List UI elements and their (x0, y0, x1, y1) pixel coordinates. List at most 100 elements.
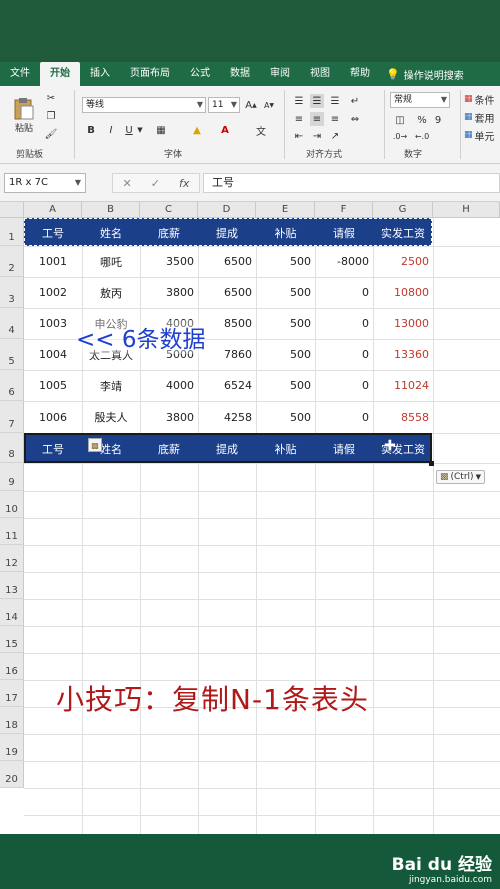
cell-r7-c1[interactable]: 1006 (24, 401, 82, 433)
font-size-select[interactable]: 11 ▼ (208, 97, 240, 113)
format-painter-icon[interactable]: 🖌 (44, 127, 58, 141)
row-header-1[interactable]: 1 (0, 218, 24, 246)
header-cell-1-6[interactable]: 请假 (315, 219, 373, 246)
comma-style-button[interactable]: 9 (432, 113, 444, 127)
header-cell-8-4[interactable]: 提成 (198, 435, 256, 463)
row-header-10[interactable]: 10 (0, 491, 24, 518)
formula-input[interactable]: 工号 (203, 173, 500, 193)
cell-r2-c6[interactable]: -8000 (315, 246, 373, 277)
align-bottom-icon[interactable]: ☰ (328, 94, 342, 108)
tab-view[interactable]: 视图 (300, 62, 340, 86)
merge-center-icon[interactable]: ⇔ (348, 112, 362, 126)
cell-r4-c7[interactable]: 13000 (373, 308, 433, 339)
cell-r6-c7[interactable]: 11024 (373, 370, 433, 401)
cell-r4-c1[interactable]: 1003 (24, 308, 82, 339)
cell-r3-c2[interactable]: 敖丙 (82, 277, 140, 308)
header-cell-8-6[interactable]: 请假 (315, 435, 373, 463)
header-cell-1-1[interactable]: 工号 (24, 219, 82, 246)
align-middle-icon[interactable]: ☰ (310, 94, 324, 108)
column-header-f[interactable]: F (315, 202, 373, 218)
row-header-15[interactable]: 15 (0, 626, 24, 653)
cell-r7-c3[interactable]: 3800 (140, 401, 198, 433)
cell-r4-c6[interactable]: 0 (315, 308, 373, 339)
cell-r6-c1[interactable]: 1005 (24, 370, 82, 401)
header-cell-8-7[interactable]: 实发工资 (373, 435, 433, 463)
conditional-formatting-button[interactable]: ▦ 条件 (464, 92, 500, 107)
row-header-19[interactable]: 19 (0, 734, 24, 761)
underline-button[interactable]: U (122, 122, 136, 138)
row-header-2[interactable]: 2 (0, 246, 24, 277)
number-format-select[interactable]: 常规 ▼ (390, 92, 450, 108)
header-cell-8-3[interactable]: 底薪 (140, 435, 198, 463)
cell-r6-c4[interactable]: 6524 (198, 370, 256, 401)
font-color-button[interactable]: A (216, 122, 234, 138)
row-header-4[interactable]: 4 (0, 308, 24, 339)
tab-data[interactable]: 数据 (220, 62, 260, 86)
tab-home[interactable]: 开始 (40, 62, 80, 86)
cell-r3-c5[interactable]: 500 (256, 277, 315, 308)
italic-button[interactable]: I (104, 122, 118, 138)
cell-r7-c4[interactable]: 4258 (198, 401, 256, 433)
header-cell-1-7[interactable]: 实发工资 (373, 219, 433, 246)
cell-r6-c2[interactable]: 李靖 (82, 370, 140, 401)
cell-r5-c5[interactable]: 500 (256, 339, 315, 370)
shrink-font-button[interactable]: A ▼ (262, 97, 276, 113)
cell-r3-c7[interactable]: 10800 (373, 277, 433, 308)
column-header-g[interactable]: G (373, 202, 433, 218)
tab-insert[interactable]: 插入 (80, 62, 120, 86)
tab-review[interactable]: 审阅 (260, 62, 300, 86)
row-header-13[interactable]: 13 (0, 572, 24, 599)
grow-font-button[interactable]: A ▲ (244, 97, 258, 113)
row-header-12[interactable]: 12 (0, 545, 24, 572)
fill-handle[interactable] (429, 461, 434, 466)
decrease-decimal-icon[interactable]: ←.0 (414, 130, 430, 142)
row-header-5[interactable]: 5 (0, 339, 24, 370)
cancel-icon[interactable]: ✕ (123, 177, 132, 190)
tab-help[interactable]: 帮助 (340, 62, 380, 86)
row-header-7[interactable]: 7 (0, 401, 24, 433)
cell-r7-c6[interactable]: 0 (315, 401, 373, 433)
row-header-9[interactable]: 9 (0, 463, 24, 491)
font-name-select[interactable]: 等线 ▼ (82, 97, 206, 113)
header-cell-1-4[interactable]: 提成 (198, 219, 256, 246)
borders-icon[interactable]: ▦ (152, 122, 170, 138)
bold-button[interactable]: B (84, 122, 98, 138)
phonetic-guide-button[interactable]: 文 (252, 122, 270, 138)
cell-r2-c7[interactable]: 2500 (373, 246, 433, 277)
accounting-format-icon[interactable]: ◫ (392, 113, 408, 127)
paste-options-button[interactable]: ▩ (Ctrl) ▼ (436, 470, 485, 484)
cell-r4-c5[interactable]: 500 (256, 308, 315, 339)
insert-function-button[interactable]: fx (179, 177, 189, 190)
percent-button[interactable]: % (416, 113, 428, 127)
header-cell-8-5[interactable]: 补贴 (256, 435, 315, 463)
underline-dropdown-icon[interactable]: ▼ (136, 122, 144, 138)
cell-r6-c6[interactable]: 0 (315, 370, 373, 401)
header-cell-1-3[interactable]: 底薪 (140, 219, 198, 246)
row-header-17[interactable]: 17 (0, 680, 24, 707)
header-cell-1-5[interactable]: 补贴 (256, 219, 315, 246)
name-box[interactable]: 1R x 7C ▼ (4, 173, 86, 193)
cell-r7-c7[interactable]: 8558 (373, 401, 433, 433)
paste-icon[interactable]: ▩ (88, 438, 102, 452)
column-header-c[interactable]: C (140, 202, 198, 218)
row-header-20[interactable]: 20 (0, 761, 24, 788)
paste-button[interactable]: 粘贴 (8, 92, 40, 138)
decrease-indent-icon[interactable]: ⇤ (292, 130, 306, 142)
cell-r3-c6[interactable]: 0 (315, 277, 373, 308)
cut-icon[interactable]: ✂ (44, 91, 58, 105)
row-header-16[interactable]: 16 (0, 653, 24, 680)
cell-r2-c4[interactable]: 6500 (198, 246, 256, 277)
cell-r3-c4[interactable]: 6500 (198, 277, 256, 308)
cell-r2-c2[interactable]: 哪吒 (82, 246, 140, 277)
column-header-e[interactable]: E (256, 202, 315, 218)
cell-r2-c5[interactable]: 500 (256, 246, 315, 277)
row-header-8[interactable]: 8 (0, 433, 24, 463)
format-as-table-button[interactable]: ▦ 套用 (464, 110, 500, 125)
fill-color-icon[interactable]: ▲ (188, 122, 206, 138)
cell-r5-c7[interactable]: 13360 (373, 339, 433, 370)
row-header-3[interactable]: 3 (0, 277, 24, 308)
cell-r2-c1[interactable]: 1001 (24, 246, 82, 277)
orientation-icon[interactable]: ↗ (328, 130, 342, 142)
align-right-icon[interactable]: ≡ (328, 112, 342, 126)
enter-icon[interactable]: ✓ (151, 177, 160, 190)
